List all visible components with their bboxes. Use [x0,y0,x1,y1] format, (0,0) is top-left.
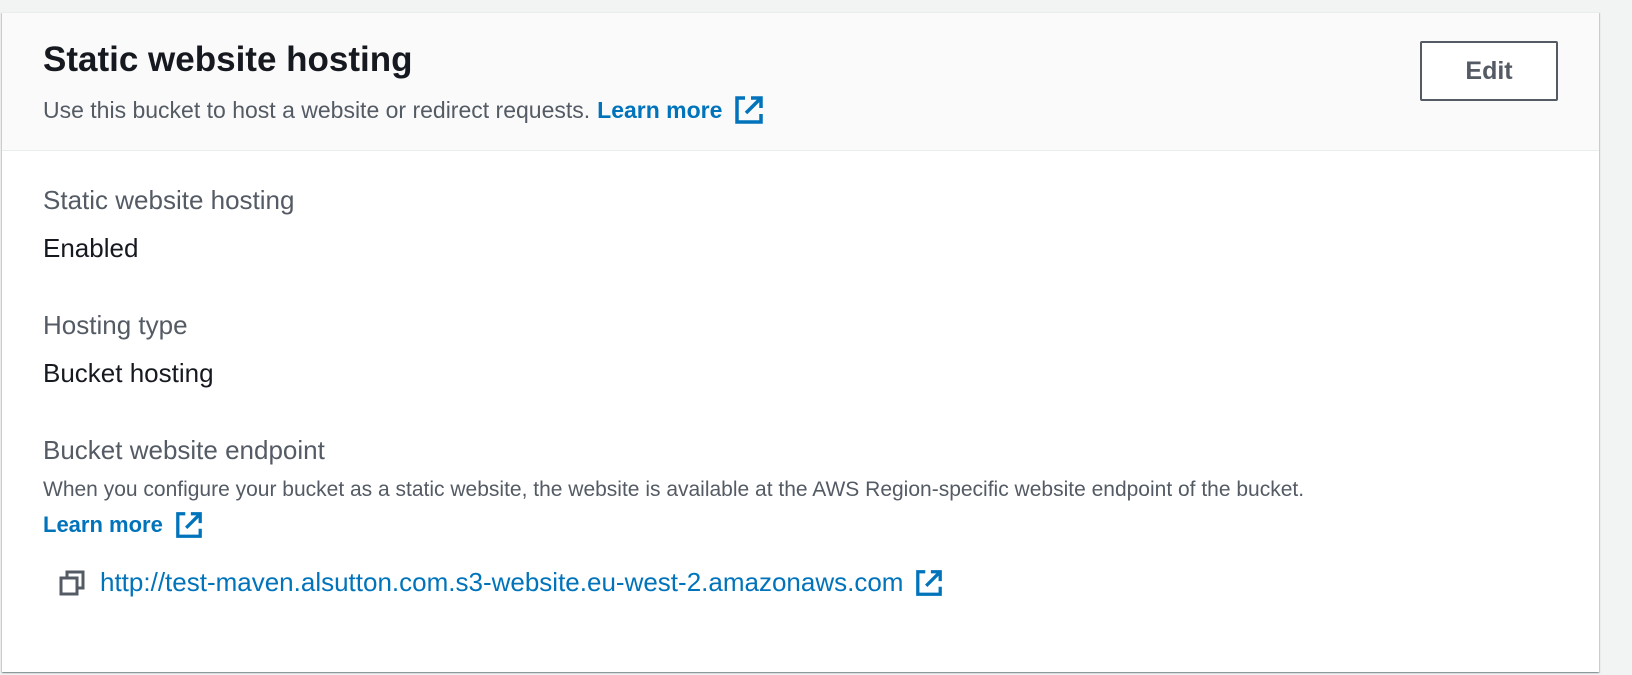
hosting-type-label: Hosting type [43,310,188,340]
static-website-hosting-panel: Static website hosting Use this bucket t… [2,12,1599,672]
external-link-icon [735,96,764,124]
external-link-icon[interactable] [915,569,943,597]
bucket-website-endpoint-label: Bucket website endpoint [43,435,325,465]
panel-title: Static website hosting [43,40,413,79]
external-link-icon [175,512,202,538]
learn-more-label: Learn more [597,96,723,123]
endpoint-row: http://test-maven.alsutton.com.s3-websit… [58,567,943,598]
learn-more-link[interactable]: Learn more [597,95,764,125]
copy-icon[interactable] [58,569,86,597]
static-website-hosting-value: Enabled [43,233,139,263]
endpoint-learn-more-label: Learn more [43,512,163,537]
panel-description: Use this bucket to host a website or red… [43,95,764,125]
static-website-hosting-label: Static website hosting [43,185,295,215]
endpoint-learn-more-link[interactable]: Learn more [43,511,203,539]
bucket-website-endpoint-description: When you configure your bucket as a stat… [43,478,1305,501]
edit-button[interactable]: Edit [1420,41,1558,101]
panel-description-text: Use this bucket to host a website or red… [43,96,591,123]
hosting-type-value: Bucket hosting [43,358,214,388]
endpoint-url-link[interactable]: http://test-maven.alsutton.com.s3-websit… [100,567,903,598]
panel-header: Static website hosting Use this bucket t… [2,13,1599,151]
